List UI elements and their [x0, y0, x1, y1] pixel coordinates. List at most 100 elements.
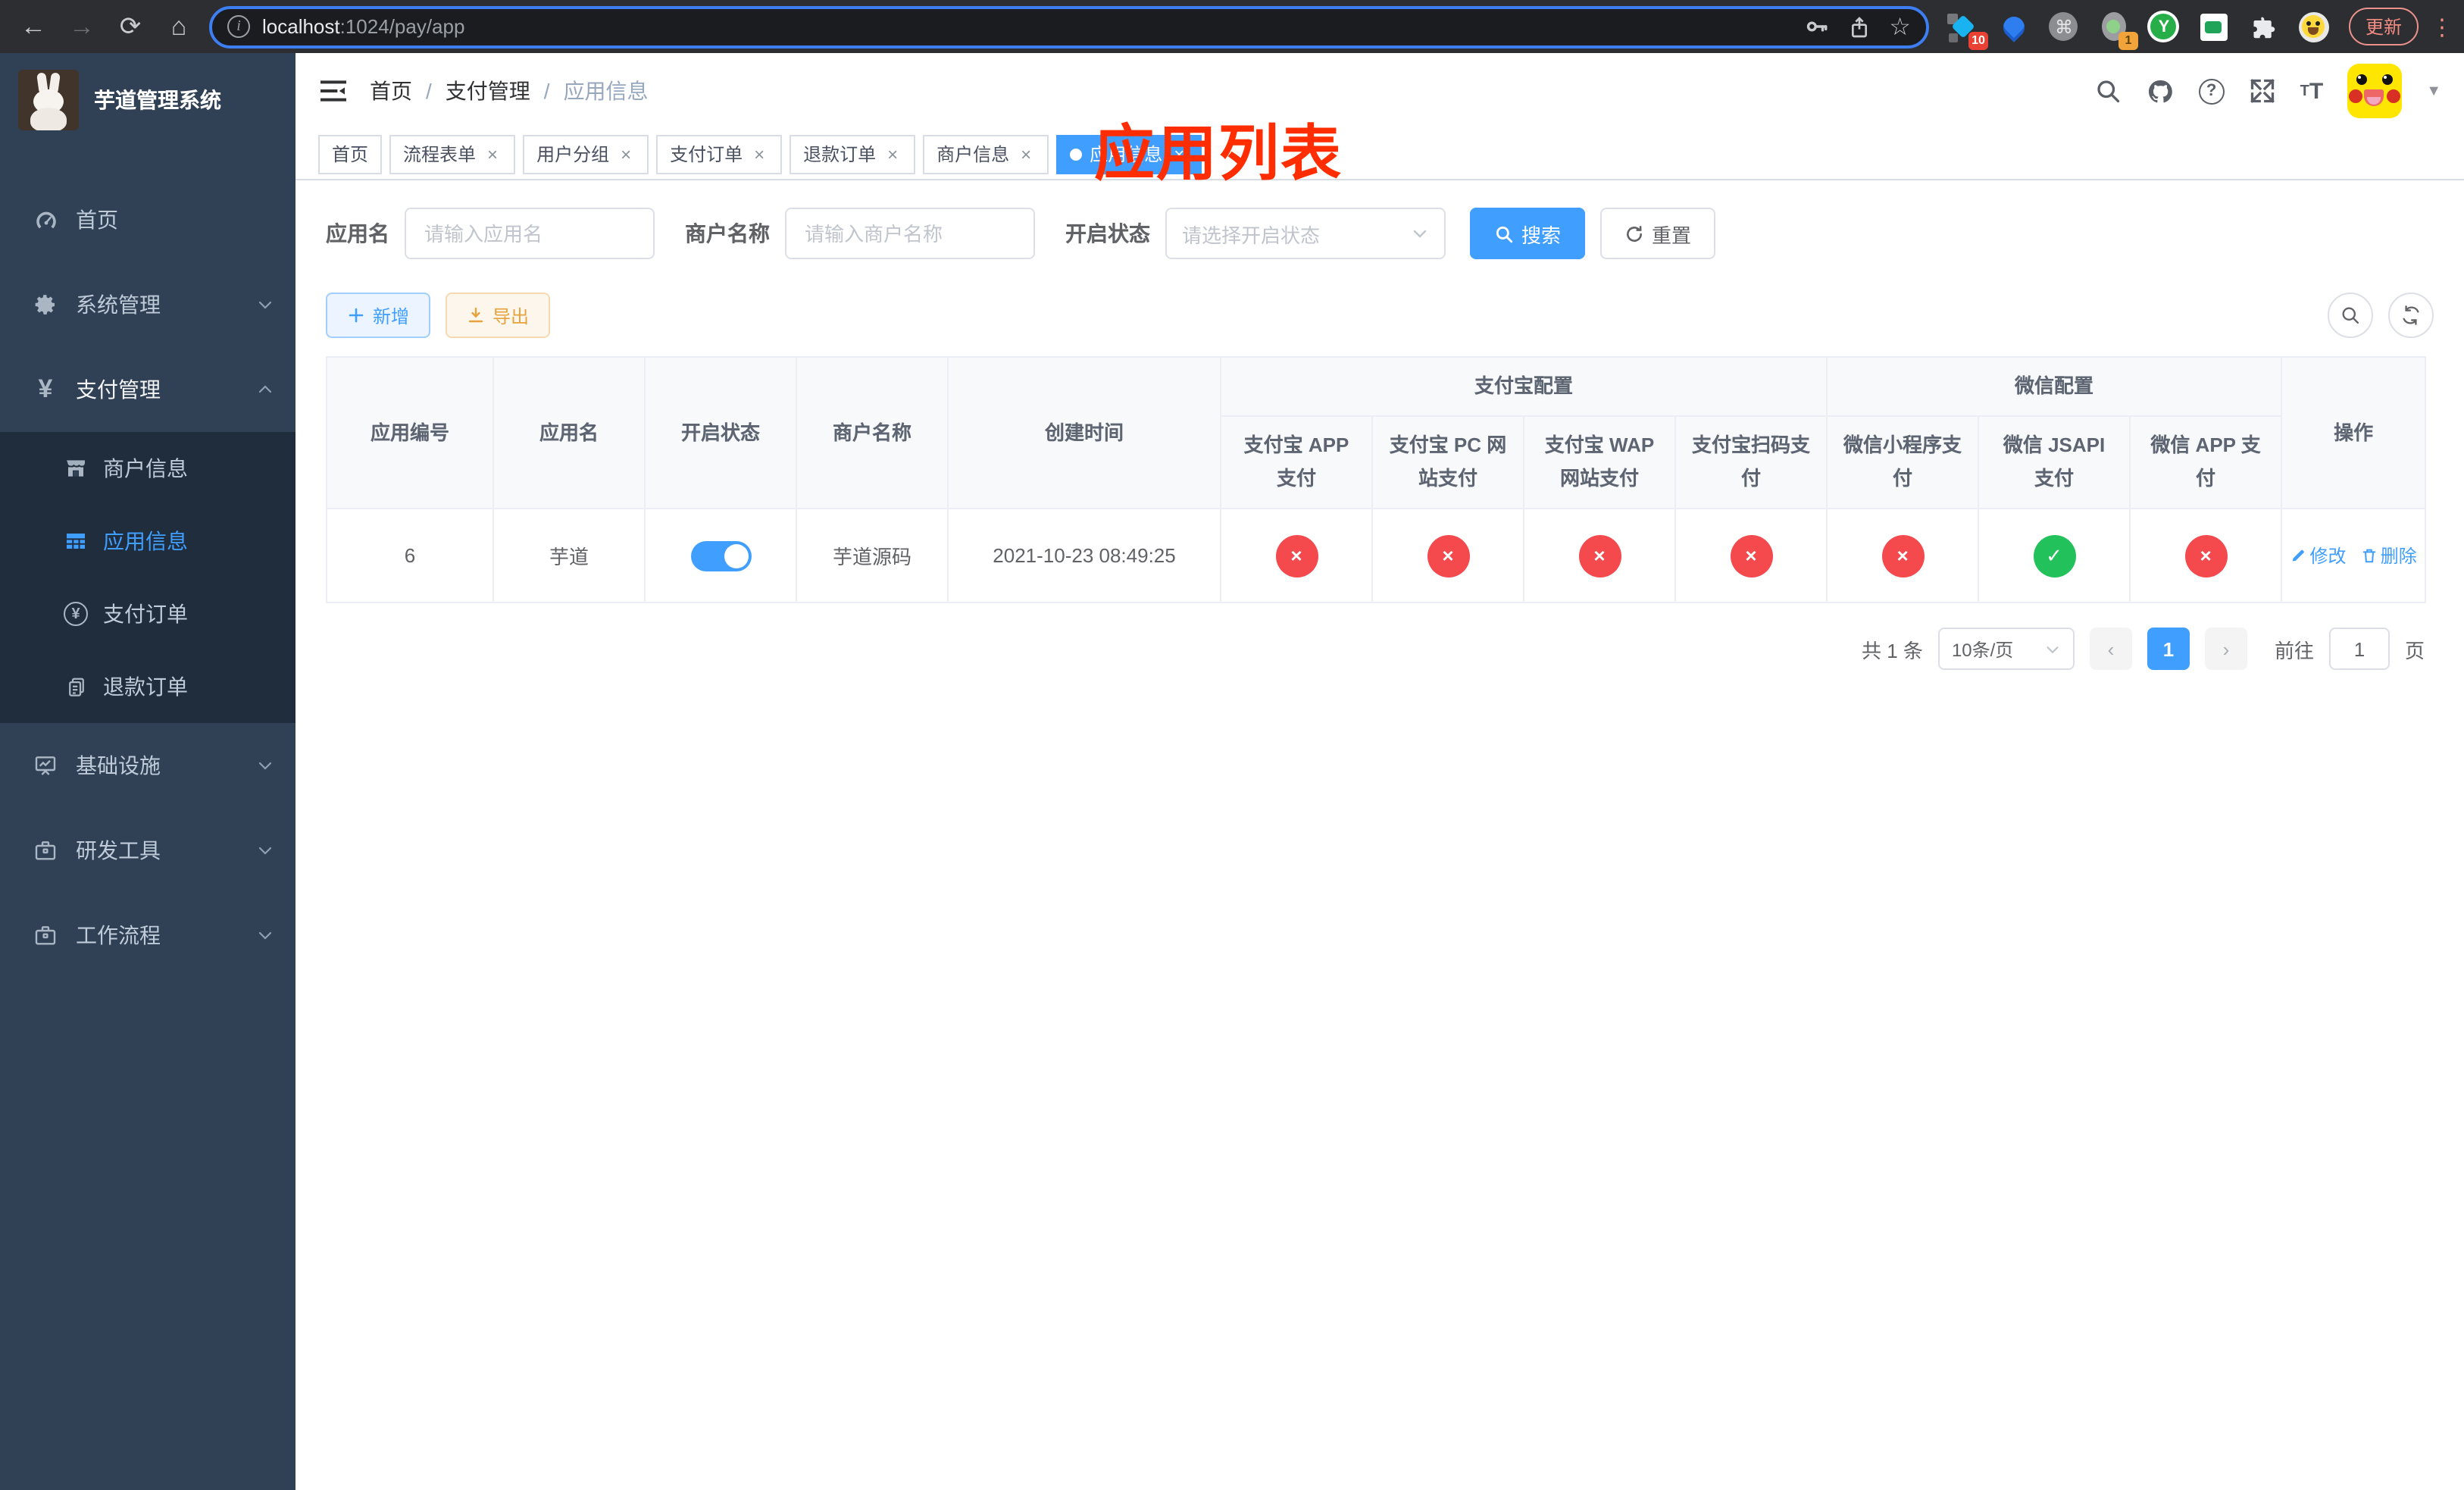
sidebar-item-label: 系统管理: [76, 293, 161, 317]
sidebar-menu: 首页系统管理 ¥ 支付管理商户信息 应用信息 ¥ 支付订单退款订单基础设施研发工具 工作流程: [0, 147, 295, 1490]
key-icon[interactable]: [1803, 14, 1828, 39]
active-dot: [1070, 148, 1083, 160]
sidebar-item-label: 支付订单: [103, 602, 188, 626]
tab-5[interactable]: 商户信息 ×: [923, 134, 1049, 174]
tab-1[interactable]: 流程表单 ×: [389, 134, 516, 174]
sidebar-item-label: 支付管理: [76, 377, 161, 402]
cell-app-name: 芋道: [492, 508, 646, 604]
sidebar-item-9[interactable]: 工作流程: [0, 893, 295, 978]
tab-4[interactable]: 退款订单 ×: [790, 134, 916, 174]
tab-3[interactable]: 支付订单 ×: [656, 134, 783, 174]
app-table: 应用编号 应用名 开启状态 商户名称 创建时间 支付宝配置 微信配置 操作 支付…: [326, 355, 2427, 604]
sidebar-item-6[interactable]: 退款订单: [0, 650, 295, 723]
search-icon[interactable]: [2094, 77, 2122, 105]
edit-link[interactable]: 修改: [2290, 543, 2346, 569]
chevron-down-icon[interactable]: ▼: [2426, 83, 2441, 99]
page-number-1[interactable]: 1: [2147, 628, 2190, 671]
cell-pay-status-6: ×: [2129, 508, 2283, 604]
page-size-select[interactable]: 10条/页: [1937, 628, 2075, 671]
search-button[interactable]: 搜索: [1470, 208, 1586, 259]
extension-y-icon[interactable]: Y: [2147, 10, 2181, 43]
extension-chat-icon[interactable]: [2197, 10, 2231, 43]
tab-2[interactable]: 用户分组 ×: [523, 134, 649, 174]
yen-icon: ¥: [38, 374, 53, 403]
user-avatar[interactable]: [2347, 64, 2403, 118]
extension-command-icon[interactable]: ⌘: [2047, 10, 2081, 43]
tab-label: 首页: [332, 144, 369, 165]
cell-pay-status-2: ×: [1523, 508, 1676, 604]
refresh-icon[interactable]: [2388, 293, 2434, 338]
sidebar-collapse-icon[interactable]: [318, 76, 349, 106]
share-icon[interactable]: [1846, 14, 1871, 39]
font-size-icon[interactable]: TT: [2300, 78, 2324, 104]
sidebar-item-label: 基础设施: [76, 753, 161, 778]
breadcrumb-pay[interactable]: 支付管理: [446, 76, 530, 106]
url-bar[interactable]: i localhost:1024/pay/app ☆: [209, 5, 1929, 48]
breadcrumb-home[interactable]: 首页: [370, 76, 412, 106]
help-icon[interactable]: ?: [2198, 78, 2225, 104]
gauge-icon: [27, 207, 64, 233]
extension-smiley-icon[interactable]: [2297, 10, 2331, 43]
menu-kebab-icon[interactable]: ⋮: [2431, 13, 2453, 40]
status-disabled-icon: ×: [1275, 534, 1318, 578]
app-logo[interactable]: 芋道管理系统: [0, 53, 295, 147]
star-icon[interactable]: ☆: [1889, 11, 1911, 42]
chrome-update-button[interactable]: 更新: [2348, 8, 2419, 45]
app-name-label: 应用名: [326, 221, 389, 246]
breadcrumb: 首页 / 支付管理 / 应用信息: [370, 76, 649, 106]
close-icon[interactable]: ×: [883, 143, 902, 164]
cell-merchant: 芋道源码: [796, 508, 949, 604]
close-icon[interactable]: ×: [750, 143, 768, 164]
extension-workona-icon[interactable]: 10: [1946, 10, 1988, 49]
close-icon[interactable]: ×: [1017, 143, 1035, 164]
chevron-down-icon: [1411, 224, 1429, 243]
github-icon[interactable]: [2146, 77, 2175, 105]
table-header-group-row: 应用编号 应用名 开启状态 商户名称 创建时间 支付宝配置 微信配置 操作: [326, 355, 2427, 510]
sidebar-item-1[interactable]: 系统管理: [0, 262, 295, 347]
delete-link[interactable]: 删除: [2361, 543, 2417, 569]
sidebar-item-2[interactable]: ¥ 支付管理: [0, 347, 295, 432]
forward-icon[interactable]: →: [64, 8, 100, 45]
sidebar-item-7[interactable]: 基础设施: [0, 723, 295, 808]
status-select[interactable]: 请选择开启状态: [1165, 208, 1446, 259]
sidebar-item-4[interactable]: 应用信息: [0, 505, 295, 578]
yen-circle-icon: ¥: [58, 602, 94, 626]
sidebar-item-3[interactable]: 商户信息: [0, 432, 295, 505]
next-page-button[interactable]: ›: [2204, 628, 2247, 671]
page-content: 应用名 商户名称 开启状态 请选择开启状态 搜索 重置: [295, 180, 2464, 1490]
export-button[interactable]: 导出: [446, 293, 551, 338]
extension-puzzle-icon[interactable]: [2247, 10, 2281, 43]
cell-enabled: [644, 508, 797, 604]
briefcase-icon: [27, 838, 64, 862]
sidebar-item-8[interactable]: 研发工具: [0, 808, 295, 893]
cell-created: 2021-10-23 08:49:25: [947, 508, 1221, 604]
app-name-input[interactable]: [405, 208, 655, 259]
goto-page-input[interactable]: [2328, 628, 2390, 671]
close-icon[interactable]: ×: [617, 143, 635, 164]
home-icon[interactable]: ⌂: [161, 8, 197, 45]
tab-label: 商户信息: [937, 144, 1010, 165]
fullscreen-icon[interactable]: [2249, 77, 2276, 105]
sidebar-item-label: 退款订单: [103, 675, 188, 699]
merchant-input[interactable]: [785, 208, 1035, 259]
extension-oval-icon[interactable]: 1: [2097, 10, 2138, 49]
add-button[interactable]: 新增: [326, 293, 431, 338]
info-icon[interactable]: i: [227, 15, 250, 38]
reset-button[interactable]: 重置: [1600, 208, 1716, 259]
sidebar-item-0[interactable]: 首页: [0, 177, 295, 262]
back-icon[interactable]: ←: [15, 8, 52, 45]
sidebar-item-5[interactable]: ¥ 支付订单: [0, 578, 295, 650]
briefcase-icon: [27, 923, 64, 947]
status-disabled-icon: ×: [1730, 534, 1772, 578]
tab-0[interactable]: 首页: [318, 134, 383, 174]
extension-balloon-icon[interactable]: [1997, 10, 2031, 43]
close-icon[interactable]: ×: [483, 143, 502, 164]
pay-column-header-0: 支付宝 APP 支付: [1220, 415, 1373, 510]
prev-page-button[interactable]: ‹: [2089, 628, 2132, 671]
column-header: 创建时间: [947, 355, 1221, 510]
store-icon: [58, 456, 94, 480]
toggle-search-icon[interactable]: [2328, 293, 2373, 338]
reload-icon[interactable]: ⟳: [112, 8, 149, 45]
url-text[interactable]: localhost:1024/pay/app: [262, 15, 1790, 38]
enabled-toggle[interactable]: [690, 540, 751, 571]
